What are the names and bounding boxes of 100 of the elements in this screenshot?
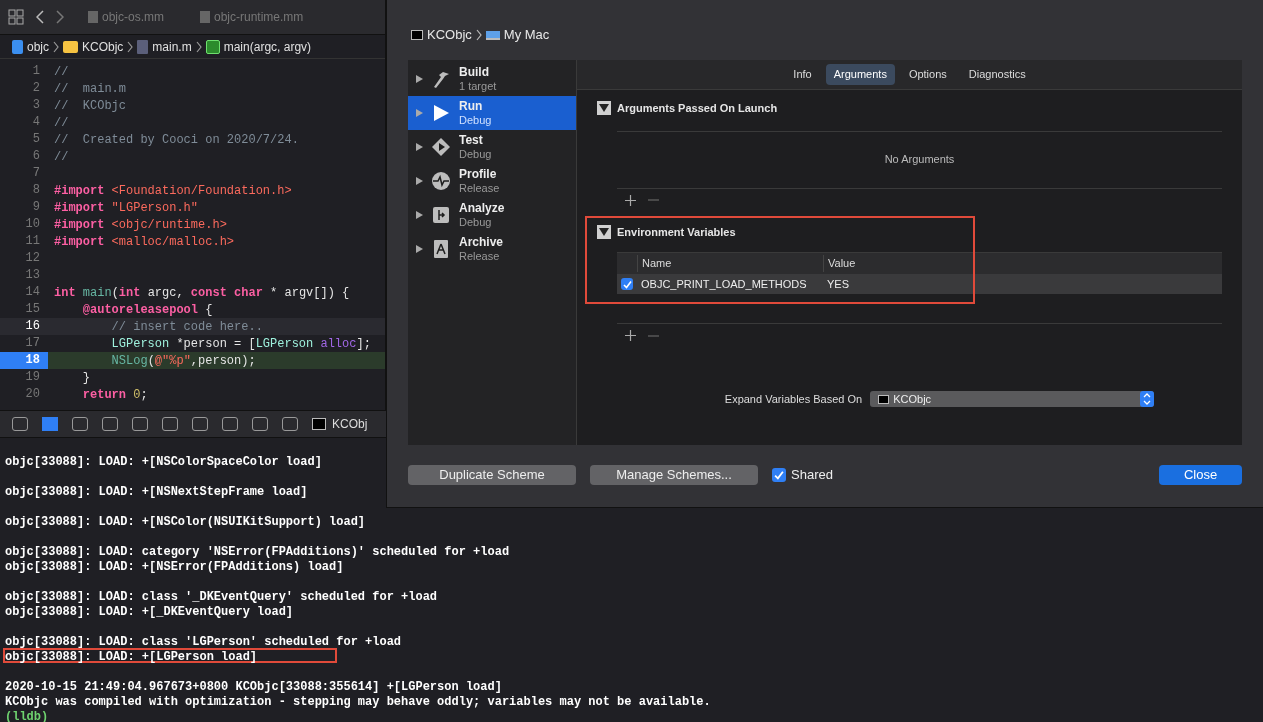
terminal-icon [878,394,890,404]
code-line: // insert code here.. [110,318,263,336]
breadcrumb-item[interactable]: objc [27,37,49,56]
chevron-icon [53,40,59,53]
duplicate-scheme-button[interactable]: Duplicate Scheme [408,465,576,485]
add-icon[interactable] [625,194,636,206]
gauge-icon [431,171,451,191]
chevron-icon [475,29,482,41]
action-name: Analyze [459,201,505,215]
line-number: 13 [24,267,41,284]
table-cell-text: YES [826,276,850,292]
breadcrumb-item[interactable]: main(argc, argv) [223,37,312,56]
disclosure-icon[interactable] [597,101,611,116]
action-detail: Release [459,249,501,263]
close-button[interactable]: Close [1159,465,1242,485]
line-number: 19 [24,369,41,386]
code-line: return 0; [81,386,148,404]
empty-text: No Arguments [884,152,955,168]
disclosure-icon[interactable] [416,245,423,253]
line-number: 2 [31,80,41,97]
console-line: 2020-10-15 21:49:04.967673+0800 KCObjc[33088:355614] +[LGPerson load] [4,679,503,693]
back-icon[interactable] [36,10,44,24]
action-detail: Debug [459,113,492,127]
action-name: Profile [459,167,498,181]
section-title: Arguments Passed On Launch [617,101,778,116]
breadcrumb-item[interactable]: KCObjc [82,37,124,56]
scheme-tab[interactable]: Arguments [825,64,895,85]
line-number: 4 [31,114,41,131]
scheme-target[interactable]: KCObjc [427,25,472,45]
manage-schemes-button[interactable]: Manage Schemes... [590,465,758,485]
archive-icon [431,239,451,259]
terminal-icon [411,30,423,40]
code-line: NSLog(@"%p",person); [110,352,256,370]
analyze-icon [431,205,451,225]
variables-select[interactable]: KCObjc [870,391,1155,408]
code-line: #import "LGPerson.h" [53,199,199,217]
console-line: objc[33088]: LOAD: +[_DKEventQuery load] [4,604,295,618]
checkbox[interactable] [621,278,633,290]
line-number: 5 [31,131,41,148]
code-line: LGPerson *person = [LGPerson alloc]; [110,335,371,353]
line-number: 7 [31,165,41,182]
code-line: #import <Foundation/Foundation.h> [53,182,292,200]
disclosure-icon[interactable] [416,211,423,219]
action-name: Run [459,99,484,113]
column-header[interactable]: Value [823,255,1222,272]
scheme-destination[interactable]: My Mac [503,25,550,45]
checkbox-label: Shared [791,466,833,485]
terminal-icon [312,418,326,430]
action-item[interactable]: Run Debug [408,96,576,130]
action-item[interactable]: Analyze Debug [408,198,576,232]
laptop-icon [485,30,500,40]
function-icon [205,39,220,54]
chevron-icon [127,40,134,53]
line-number: 6 [31,148,41,165]
breadcrumb-item[interactable]: main.m [152,37,192,56]
grid-icon[interactable] [8,9,24,25]
scheme-tab[interactable]: Info [785,64,820,85]
console-prompt: (lldb) [4,709,50,722]
action-item[interactable]: Build 1 target [408,62,576,96]
action-name: Archive [459,235,504,249]
line-number: 8 [31,182,41,199]
stepper-icon [1140,391,1155,408]
console-line: objc[33088]: LOAD: +[NSNextStepFrame load] [4,484,309,498]
chevron-icon [195,40,202,53]
action-item[interactable]: Profile Release [408,164,576,198]
action-detail: Release [459,181,500,195]
disclosure-icon[interactable] [597,224,611,239]
line-number: 10 [24,216,41,233]
action-detail: Debug [459,215,493,229]
test-diamond-icon [431,137,451,157]
column-header[interactable]: Name [637,255,823,272]
code-line: // KCObjc [53,97,126,115]
code-line: // [53,63,69,81]
scheme-tab[interactable]: Diagnostics [960,64,1034,85]
console-line: objc[33088]: LOAD: class '_DKEventQuery' scheduled for +load [4,589,439,603]
scheme-tab[interactable]: Options [900,64,955,85]
action-item[interactable]: Test Debug [408,130,576,164]
action-name: Test [459,133,484,147]
line-number: 17 [24,335,41,352]
code-line: // [53,114,69,132]
line-number[interactable]: 18 [0,352,48,369]
disclosure-icon[interactable] [416,75,423,83]
line-number: 3 [31,97,41,114]
code-line: @autoreleasepool { [81,301,213,319]
line-number: 11 [24,233,41,250]
disclosure-icon[interactable] [416,143,423,151]
line-number: 9 [31,199,41,216]
folder-icon [63,40,78,53]
table-cell-text: OBJC_PRINT_LOAD_METHODS [640,276,808,292]
checkbox[interactable] [772,468,786,482]
disclosure-icon[interactable] [416,177,423,185]
code-line: // main.m [53,80,126,98]
line-number: 20 [24,386,41,403]
add-icon[interactable] [625,330,636,341]
code-line: // Created by Cooci on 2020/7/24. [53,131,299,149]
process-label[interactable]: KCObj [332,415,368,433]
action-item[interactable]: Archive Release [408,232,576,266]
forward-icon[interactable] [56,10,64,24]
play-icon [431,103,451,123]
line-number: 14 [24,284,41,301]
